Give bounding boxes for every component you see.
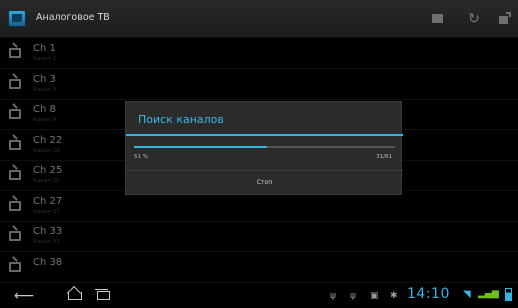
home-icon[interactable]	[66, 285, 84, 304]
system-bar: ⟵ ψ ψ ▣ ✱ 14:10 ◥ ▂▄▆	[0, 284, 518, 308]
clock: 14:10	[407, 286, 450, 302]
scan-progress-bar	[134, 146, 395, 148]
tv-icon[interactable]	[431, 12, 445, 26]
refresh-icon[interactable]: ↻	[467, 12, 481, 26]
dialog-title-divider	[126, 134, 403, 136]
usb-icon: ψ	[330, 291, 336, 301]
image-icon: ▣	[370, 291, 379, 301]
app-title: Аналоговое ТВ	[36, 12, 110, 23]
tv-app-icon	[8, 10, 26, 27]
progress-percent: 51 %	[134, 154, 148, 160]
wifi-icon: ◥	[463, 289, 471, 300]
progress-count: 31/61	[376, 154, 392, 160]
settings-icon[interactable]	[498, 12, 512, 26]
recent-apps-icon[interactable]	[94, 288, 112, 304]
bluetooth-icon: ✱	[390, 291, 398, 301]
usb-debug-icon: ψ	[350, 291, 356, 301]
battery-icon	[505, 288, 512, 301]
action-bar: Аналоговое ТВ ↻	[0, 0, 518, 38]
channel-search-dialog: Поиск каналов 51 % 31/61 Стоп	[125, 101, 403, 195]
signal-icon: ▂▄▆	[478, 289, 499, 299]
back-icon[interactable]: ⟵	[14, 288, 34, 304]
stop-button[interactable]: Стоп	[126, 171, 403, 195]
scan-progress-fill	[134, 146, 268, 148]
dialog-title: Поиск каналов	[138, 113, 224, 126]
